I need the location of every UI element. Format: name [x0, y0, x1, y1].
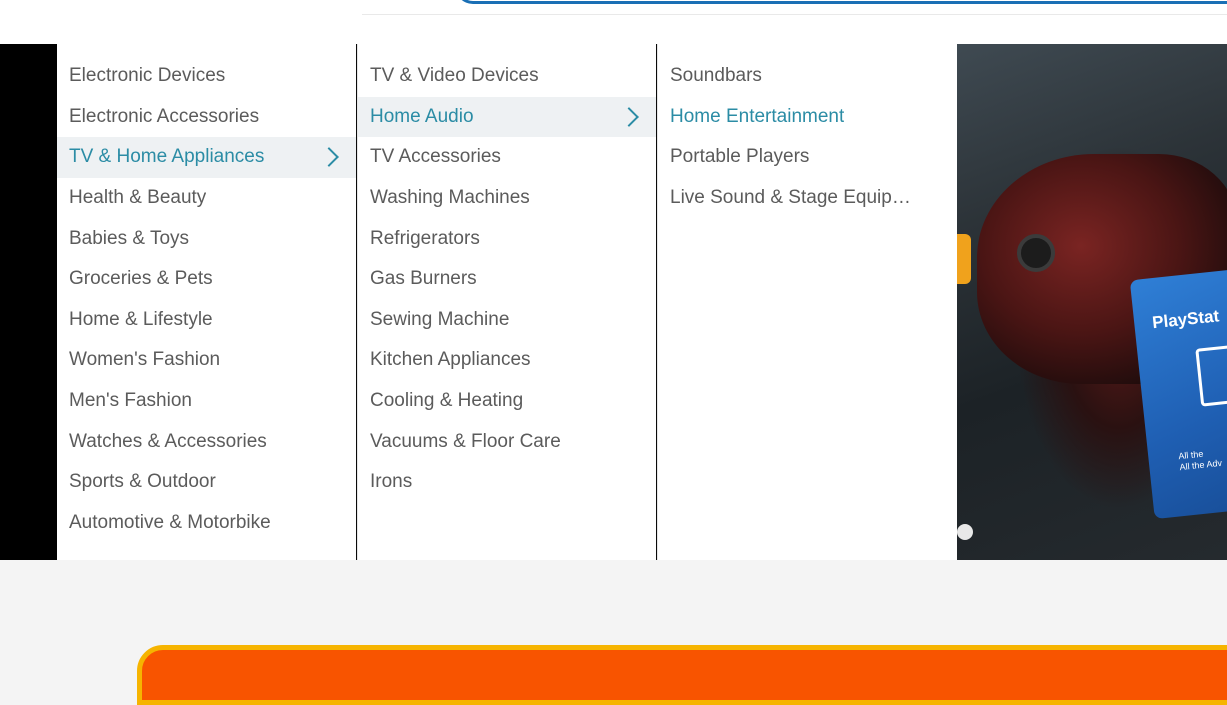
category-item-level-2[interactable]: Home Audio — [358, 96, 656, 138]
category-item-level-1[interactable]: Health & Beauty — [57, 178, 356, 219]
banner-image[interactable]: PlayStat All the All the Adv — [957, 44, 1227, 560]
category-item-label: Live Sound & Stage Equipm… — [670, 187, 925, 209]
category-item-level-2[interactable]: Washing Machines — [358, 178, 656, 219]
category-item-label: Cooling & Heating — [370, 390, 524, 412]
banner-headline-fragment — [957, 234, 971, 284]
category-item-label: TV Accessories — [370, 146, 501, 168]
category-item-label: Gas Burners — [370, 268, 477, 290]
category-item-label: Washing Machines — [370, 187, 530, 209]
carousel-dot[interactable] — [957, 524, 973, 540]
category-item-level-1[interactable]: Women's Fashion — [57, 340, 356, 381]
playstation-card-subtitle: All the All the Adv — [1178, 447, 1223, 473]
category-item-level-2[interactable]: Gas Burners — [358, 259, 656, 300]
category-item-level-3[interactable]: Live Sound & Stage Equipm… — [658, 178, 957, 219]
category-item-label: Home Entertainment — [670, 105, 845, 127]
category-item-label: Sewing Machine — [370, 308, 510, 330]
category-item-label: Sports & Outdoor — [69, 471, 216, 493]
category-item-label: Kitchen Appliances — [370, 349, 531, 371]
category-item-level-1[interactable]: Electronic Devices — [57, 56, 356, 97]
category-item-label: Watches & Accessories — [69, 430, 267, 452]
category-item-level-2[interactable]: Vacuums & Floor Care — [358, 421, 656, 462]
top-header — [0, 0, 1227, 44]
category-item-level-1[interactable]: Home & Lifestyle — [57, 300, 356, 341]
category-item-label: Portable Players — [670, 146, 810, 168]
category-item-level-1[interactable]: Watches & Accessories — [57, 421, 356, 462]
shopping-bag-icon — [1195, 343, 1227, 407]
category-item-label: Home & Lifestyle — [69, 308, 213, 330]
category-item-label: Electronic Devices — [69, 65, 226, 87]
category-item-label: Babies & Toys — [69, 227, 190, 249]
promo-banner[interactable] — [137, 645, 1227, 705]
category-menu-level-2: TV & Video Devices Home Audio TV Accessori… — [357, 44, 656, 560]
playstation-card: PlayStat All the All the Adv — [1129, 268, 1227, 520]
category-item-level-1[interactable]: TV & Home Appliances — [57, 137, 356, 178]
category-item-level-1[interactable]: Automotive & Motorbike — [57, 503, 356, 544]
category-list-level-3: Soundbars Home Entertainment Portable Play… — [658, 44, 957, 218]
category-item-level-2[interactable]: Cooling & Heating — [358, 381, 656, 422]
category-item-level-2[interactable]: Sewing Machine — [358, 300, 656, 341]
category-item-level-3[interactable]: Home Entertainment — [658, 97, 957, 138]
category-item-label: Automotive & Motorbike — [69, 511, 271, 533]
category-item-label: Irons — [370, 471, 413, 493]
category-item-label: Groceries & Pets — [69, 268, 213, 290]
category-item-label: Vacuums & Floor Care — [370, 430, 561, 452]
header-divider — [362, 14, 1227, 15]
category-list-level-2: TV & Video Devices Home Audio TV Accessori… — [358, 44, 656, 503]
category-list-level-1: Electronic Devices Electronic Accessories… — [57, 44, 356, 543]
category-item-level-2[interactable]: TV & Video Devices — [358, 56, 656, 97]
category-item-label: Electronic Accessories — [69, 105, 260, 127]
category-item-label: Soundbars — [670, 65, 762, 87]
category-item-level-1[interactable]: Sports & Outdoor — [57, 462, 356, 503]
category-item-label: Health & Beauty — [69, 187, 207, 209]
category-item-label: Refrigerators — [370, 227, 480, 249]
category-menu-level-1: Electronic Devices Electronic Accessories… — [57, 44, 356, 560]
category-item-label: Women's Fashion — [69, 349, 221, 371]
chevron-right-icon — [319, 147, 339, 168]
car-headlight — [1017, 234, 1055, 272]
category-item-level-1[interactable]: Electronic Accessories — [57, 97, 356, 138]
category-item-level-3[interactable]: Soundbars — [658, 56, 957, 97]
category-item-label: Men's Fashion — [69, 390, 192, 412]
category-item-level-1[interactable]: Groceries & Pets — [57, 259, 356, 300]
chevron-right-icon — [619, 106, 639, 127]
category-item-level-2[interactable]: Irons — [358, 462, 656, 503]
category-item-level-2[interactable]: Refrigerators — [358, 218, 656, 259]
category-item-label: TV & Home Appliances — [69, 146, 265, 168]
category-item-level-1[interactable]: Men's Fashion — [57, 381, 356, 422]
category-item-level-3[interactable]: Portable Players — [658, 137, 957, 178]
banner-left-edge — [0, 44, 57, 560]
playstation-card-title: PlayStat — [1151, 306, 1221, 333]
category-item-label: TV & Video Devices — [370, 65, 539, 87]
category-item-level-2[interactable]: TV Accessories — [358, 137, 656, 178]
category-item-level-1[interactable]: Babies & Toys — [57, 218, 356, 259]
category-item-label: Home Audio — [370, 105, 474, 127]
category-item-level-2[interactable]: Kitchen Appliances — [358, 340, 656, 381]
search-bar-edge[interactable] — [455, 0, 1227, 4]
category-menu-level-3: Soundbars Home Entertainment Portable Play… — [657, 44, 957, 560]
